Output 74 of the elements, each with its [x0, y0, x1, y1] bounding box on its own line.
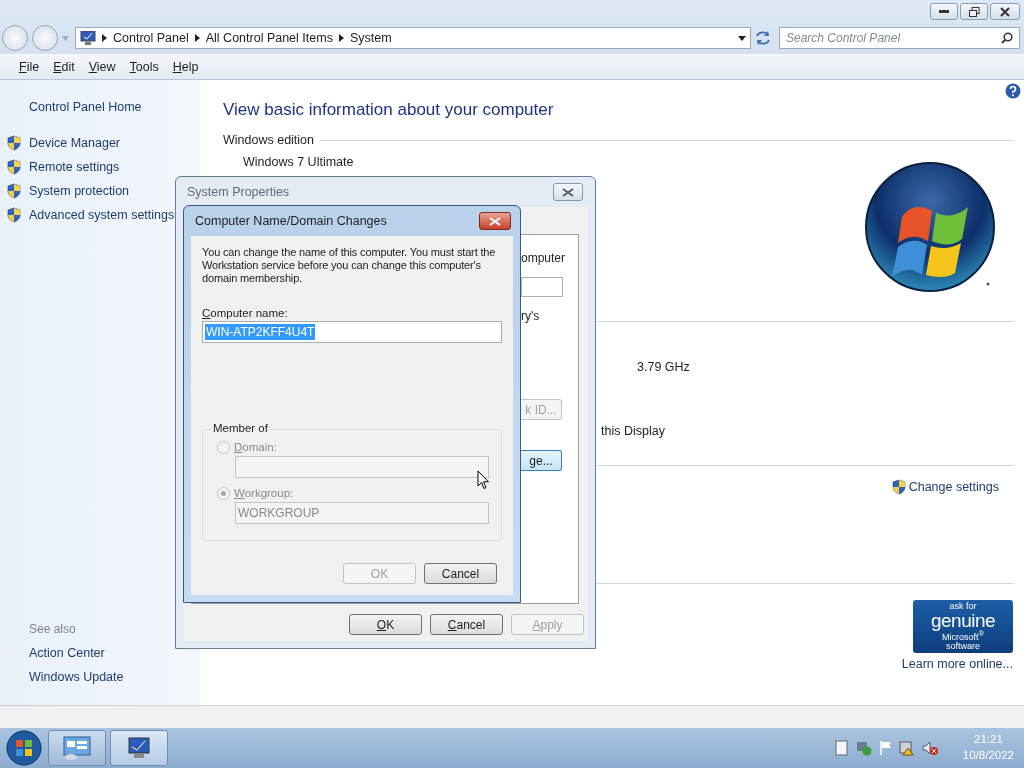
- edition-text: Windows 7 Ultimate: [243, 155, 355, 169]
- close-button[interactable]: [479, 212, 511, 230]
- arrow-icon: [338, 34, 344, 42]
- text-field[interactable]: [235, 456, 489, 478]
- processor-speed: 3.79 GHz: [637, 360, 691, 374]
- dialog-button[interactable]: Cancel: [424, 563, 497, 584]
- page-title: View basic information about your computer: [223, 100, 555, 120]
- shield-icon: [890, 479, 907, 495]
- search-field[interactable]: Search Control Panel: [779, 27, 1020, 49]
- group-label: Member of: [211, 422, 270, 434]
- muted-speaker-icon[interactable]: [920, 740, 939, 756]
- search-icon[interactable]: [1001, 32, 1013, 44]
- dialog-title: System Properties: [187, 185, 290, 199]
- close-icon: [489, 216, 501, 226]
- see-also-heading: See also: [28, 621, 77, 638]
- arrow-icon: [194, 34, 200, 42]
- sidebar-link[interactable]: Action Center: [6, 641, 200, 665]
- sidebar-link[interactable]: Device Manager: [6, 131, 200, 155]
- shield-icon: [6, 183, 22, 199]
- arrow-icon: [102, 34, 107, 42]
- control-panel-icon: [62, 735, 92, 761]
- partial-button[interactable]: ge...: [521, 450, 562, 471]
- taskbar-button[interactable]: [48, 730, 106, 766]
- network-icon[interactable]: [854, 740, 873, 756]
- menu-item[interactable]: Edit: [53, 59, 75, 74]
- radio-label: Workgroup:: [234, 487, 294, 499]
- start-button[interactable]: [4, 728, 44, 768]
- section-heading: Windows edition: [223, 133, 314, 147]
- menu-item[interactable]: Tools: [129, 59, 159, 74]
- forward-button[interactable]: [32, 25, 58, 51]
- partial-text: ry's: [521, 309, 540, 323]
- document-icon[interactable]: [834, 740, 849, 756]
- back-button[interactable]: [2, 25, 28, 51]
- intro-text: You can change the name of this computer. You must start the Workstation service before you can change this computer's domain membership.: [202, 246, 497, 285]
- close-button[interactable]: [990, 3, 1020, 20]
- close-button[interactable]: [553, 183, 583, 201]
- genuine-badge[interactable]: ask for genuine Microsoft$^{®}$ software: [913, 600, 1013, 653]
- taskbar-button[interactable]: [110, 730, 168, 766]
- shield-icon: [6, 207, 22, 223]
- refresh-icon[interactable]: [755, 31, 771, 45]
- restore-button[interactable]: [960, 3, 988, 20]
- sidebar-link[interactable]: Control Panel Home: [6, 95, 200, 119]
- breadcrumb[interactable]: System: [349, 31, 392, 45]
- pointer-icon: [477, 470, 490, 490]
- sidebar-link[interactable]: Windows Update: [6, 665, 200, 689]
- radio-label: Domain:: [234, 441, 277, 453]
- minimize-button[interactable]: [930, 3, 958, 20]
- warning-icon[interactable]: [898, 740, 915, 756]
- dialog-title: Computer Name/Domain Changes: [195, 214, 387, 228]
- close-icon: [1000, 6, 1010, 17]
- help-icon[interactable]: [1005, 83, 1021, 99]
- display-text: this Display: [601, 424, 666, 438]
- field-label: Computer name:: [202, 307, 289, 319]
- menu-item[interactable]: Help: [172, 59, 199, 74]
- breadcrumb[interactable]: Control Panel: [113, 31, 189, 45]
- flag-icon[interactable]: [878, 740, 893, 756]
- close-icon: [562, 187, 574, 197]
- menu-item[interactable]: View: [88, 59, 116, 74]
- dialog-button[interactable]: Cancel: [430, 614, 503, 635]
- breadcrumb[interactable]: All Control Panel Items: [205, 31, 333, 45]
- dialog-button[interactable]: OK: [349, 614, 422, 635]
- menu-item[interactable]: File: [19, 59, 40, 74]
- learn-more-link[interactable]: Learn more online...: [901, 657, 1013, 671]
- change-settings-link[interactable]: Change settings: [890, 479, 999, 495]
- shield-icon: [6, 135, 22, 151]
- restore-icon: [968, 6, 980, 17]
- text-field[interactable]: [521, 277, 563, 297]
- minimize-icon: [939, 9, 949, 14]
- partial-text: omputer: [521, 251, 566, 265]
- address-bar[interactable]: Control Panel All Control Panel Items System: [75, 27, 751, 49]
- computer-icon: [80, 31, 96, 45]
- shield-icon: [6, 159, 22, 175]
- caret-icon[interactable]: [738, 35, 746, 41]
- sidebar-link[interactable]: Remote settings: [6, 155, 200, 179]
